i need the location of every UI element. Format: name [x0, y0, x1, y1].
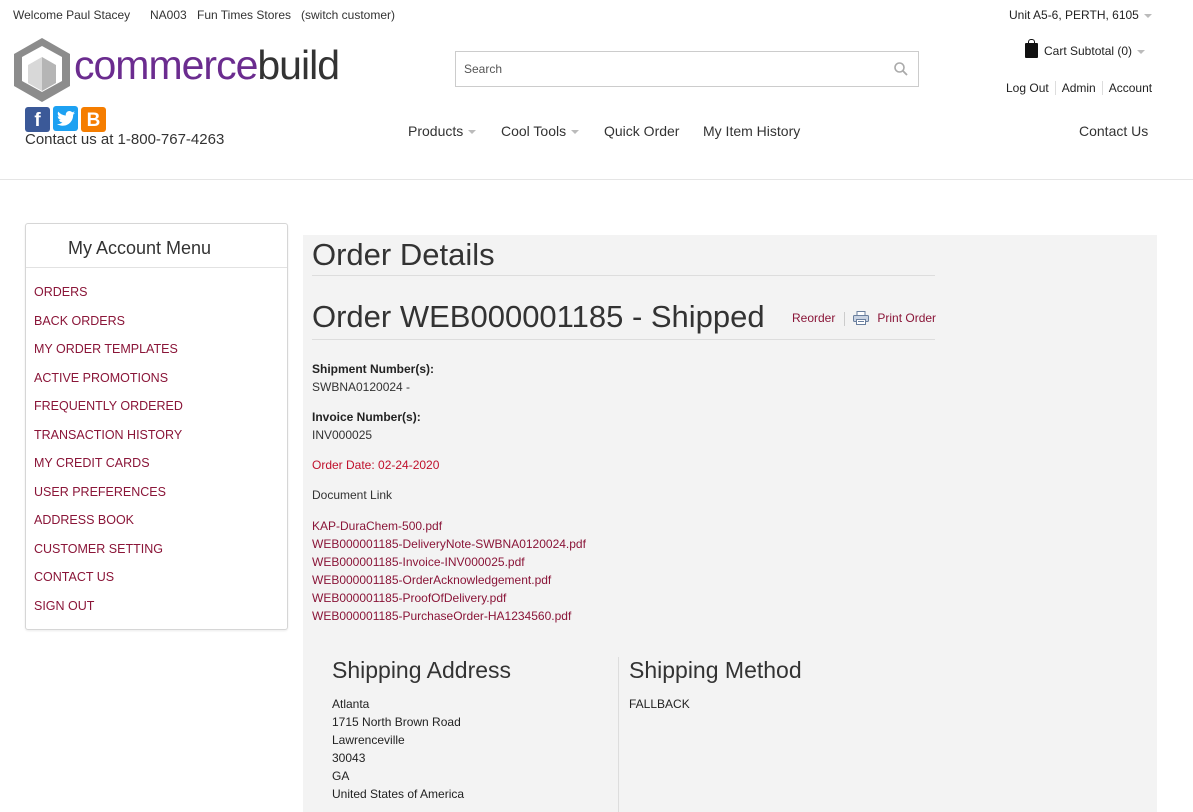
- top-bar: Welcome Paul Stacey NA003 Fun Times Stor…: [13, 8, 1193, 24]
- shipping-method-value: FALLBACK: [629, 697, 690, 711]
- switch-customer-link[interactable]: (switch customer): [301, 8, 395, 22]
- header-divider: [0, 179, 1193, 180]
- shipment-numbers-label: Shipment Number(s):: [312, 362, 435, 376]
- order-date: Order Date: 02-24-2020: [312, 458, 440, 472]
- sidebar-item-transaction-history[interactable]: TRANSACTION HISTORY: [26, 428, 287, 457]
- document-link[interactable]: WEB000001185-ProofOfDelivery.pdf: [312, 589, 586, 607]
- shopping-bag-icon: [1025, 39, 1038, 58]
- account-menu-title: My Account Menu: [26, 224, 287, 268]
- sidebar-item-contact-us[interactable]: CONTACT US: [26, 570, 287, 599]
- logout-link[interactable]: Log Out: [1006, 81, 1055, 95]
- document-link[interactable]: WEB000001185-OrderAcknowledgement.pdf: [312, 571, 586, 589]
- document-link[interactable]: WEB000001185-PurchaseOrder-HA1234560.pdf: [312, 607, 586, 625]
- order-actions: Reorder Print Order: [792, 311, 936, 326]
- social-links: fB: [25, 106, 109, 132]
- shipping-info-box: Shipping Address Atlanta 1715 North Brow…: [312, 637, 935, 812]
- location-selector[interactable]: Unit A5-6, PERTH, 6105: [1009, 8, 1152, 22]
- account-link[interactable]: Account: [1101, 81, 1159, 95]
- print-order-link[interactable]: Print Order: [853, 311, 936, 325]
- document-link[interactable]: KAP-DuraChem-500.pdf: [312, 517, 586, 535]
- sidebar-item-back-orders[interactable]: BACK ORDERS: [26, 314, 287, 343]
- address-line: Lawrenceville: [332, 733, 405, 747]
- page-title: Order Details: [312, 237, 495, 272]
- sidebar-item-sign-out[interactable]: SIGN OUT: [26, 599, 287, 628]
- location-label: Unit A5-6, PERTH, 6105: [1009, 8, 1139, 22]
- sidebar-item-user-preferences[interactable]: USER PREFERENCES: [26, 485, 287, 514]
- column-divider: [618, 657, 619, 812]
- order-title-divider: [312, 339, 935, 340]
- customer-code: NA003: [150, 8, 187, 22]
- nav-cool-tools-label: Cool Tools: [501, 123, 567, 139]
- action-separator: [844, 311, 846, 326]
- nav-quick-order[interactable]: Quick Order: [604, 123, 679, 139]
- shipping-address-title: Shipping Address: [332, 657, 512, 683]
- document-link[interactable]: WEB000001185-DeliveryNote-SWBNA0120024.p…: [312, 535, 586, 553]
- address-line: United States of America: [332, 787, 465, 801]
- address-line: GA: [332, 769, 350, 783]
- facebook-icon[interactable]: f: [25, 107, 50, 132]
- twitter-icon[interactable]: [53, 106, 78, 131]
- contact-phone: Contact us at 1-800-767-4263: [25, 131, 225, 148]
- account-menu-list: ORDERS BACK ORDERS MY ORDER TEMPLATES AC…: [26, 268, 287, 627]
- nav-products[interactable]: Products: [408, 123, 477, 139]
- nav-item-history[interactable]: My Item History: [703, 123, 800, 139]
- chevron-down-icon: [1137, 49, 1146, 54]
- cart-subtotal[interactable]: Cart Subtotal (0): [1025, 39, 1146, 58]
- account-menu-sidebar: My Account Menu ORDERS BACK ORDERS MY OR…: [25, 223, 288, 630]
- shipment-numbers-value: SWBNA0120024 -: [312, 380, 411, 394]
- search-input[interactable]: [456, 52, 876, 86]
- shipping-address: Atlanta 1715 North Brown Road Lawrencevi…: [332, 695, 464, 803]
- address-line: 30043: [332, 751, 366, 765]
- cube-logo-icon: [14, 38, 70, 102]
- shipping-method-title: Shipping Method: [629, 657, 802, 683]
- nav-contact-us[interactable]: Contact Us: [1079, 123, 1148, 139]
- sidebar-item-order-templates[interactable]: MY ORDER TEMPLATES: [26, 342, 287, 371]
- address-line: 1715 North Brown Road: [332, 715, 461, 729]
- sidebar-item-orders[interactable]: ORDERS: [26, 285, 287, 314]
- admin-link[interactable]: Admin: [1054, 81, 1102, 95]
- address-line: Atlanta: [332, 697, 370, 711]
- nav-cool-tools[interactable]: Cool Tools: [501, 123, 580, 139]
- chevron-down-icon: [571, 130, 580, 135]
- sidebar-item-customer-setting[interactable]: CUSTOMER SETTING: [26, 542, 287, 571]
- print-order-label: Print Order: [877, 311, 937, 325]
- invoice-numbers-label: Invoice Number(s):: [312, 410, 421, 424]
- chevron-down-icon: [468, 130, 477, 135]
- chevron-down-icon: [1143, 13, 1152, 18]
- cart-subtotal-label: Cart Subtotal (0): [1044, 44, 1133, 58]
- nav-products-label: Products: [408, 123, 464, 139]
- store-name: Fun Times Stores: [197, 8, 292, 22]
- title-divider: [312, 275, 935, 276]
- search-icon[interactable]: [894, 62, 908, 76]
- document-link-label: Document Link: [312, 488, 393, 502]
- logo-wordmark: commercebuild: [74, 42, 340, 88]
- sidebar-item-active-promotions[interactable]: ACTIVE PROMOTIONS: [26, 371, 287, 400]
- welcome-text: Welcome Paul Stacey: [13, 8, 131, 22]
- blogger-icon[interactable]: B: [81, 107, 106, 132]
- account-links: Log Out Admin Account: [1006, 81, 1159, 95]
- invoice-number-link[interactable]: INV000025: [312, 428, 372, 442]
- search-box: [455, 51, 919, 87]
- sidebar-item-frequently-ordered[interactable]: FREQUENTLY ORDERED: [26, 399, 287, 428]
- logo[interactable]: commercebuild: [12, 36, 374, 102]
- sidebar-item-address-book[interactable]: ADDRESS BOOK: [26, 513, 287, 542]
- reorder-link[interactable]: Reorder: [792, 311, 835, 325]
- sidebar-item-credit-cards[interactable]: MY CREDIT CARDS: [26, 456, 287, 485]
- printer-icon: [853, 311, 870, 325]
- document-links: KAP-DuraChem-500.pdf WEB000001185-Delive…: [312, 517, 586, 625]
- document-link[interactable]: WEB000001185-Invoice-INV000025.pdf: [312, 553, 586, 571]
- order-details-panel: Order Details Order WEB000001185 - Shipp…: [303, 235, 1157, 812]
- order-title: Order WEB000001185 - Shipped: [312, 299, 765, 334]
